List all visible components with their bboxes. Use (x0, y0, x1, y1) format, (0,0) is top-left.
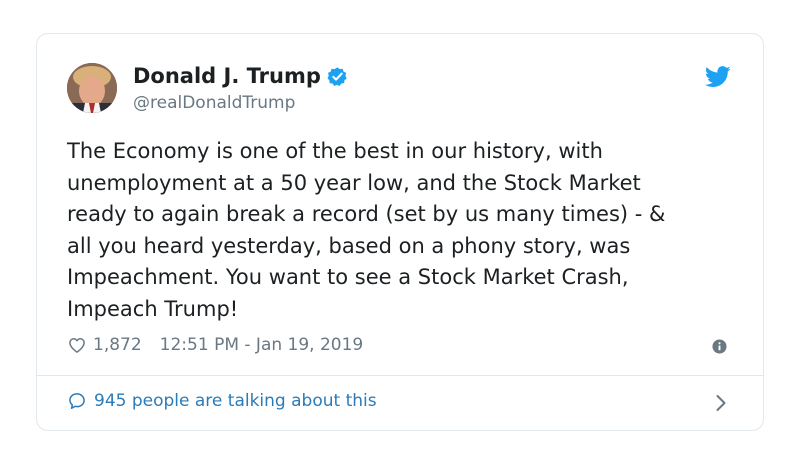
conversation-text[interactable]: 945 people are talking about this (94, 391, 377, 411)
info-icon[interactable] (712, 339, 727, 354)
author-handle[interactable]: @realDonaldTrump (133, 93, 295, 113)
verified-badge-icon (327, 66, 347, 86)
tweet-meta: 1,872 12:51 PM - Jan 19, 2019 (67, 335, 363, 355)
speech-bubble-icon (69, 393, 85, 409)
author-name[interactable]: Donald J. Trump (133, 64, 348, 88)
heart-icon[interactable] (67, 335, 87, 355)
tweet-text: The Economy is one of the best in our hi… (67, 139, 666, 321)
avatar[interactable] (67, 63, 117, 113)
twitter-bird-icon[interactable] (705, 66, 731, 88)
conversation-link[interactable]: 945 people are talking about this (67, 391, 377, 411)
divider (37, 375, 763, 376)
tweet-card[interactable]: Donald J. Trump @realDonaldTrump The Eco… (36, 33, 764, 431)
tweet-timestamp[interactable]: 12:51 PM - Jan 19, 2019 (160, 335, 364, 355)
author-name-text[interactable]: Donald J. Trump (133, 64, 321, 88)
like-count[interactable]: 1,872 (93, 335, 142, 355)
chevron-right-icon[interactable] (715, 394, 727, 412)
